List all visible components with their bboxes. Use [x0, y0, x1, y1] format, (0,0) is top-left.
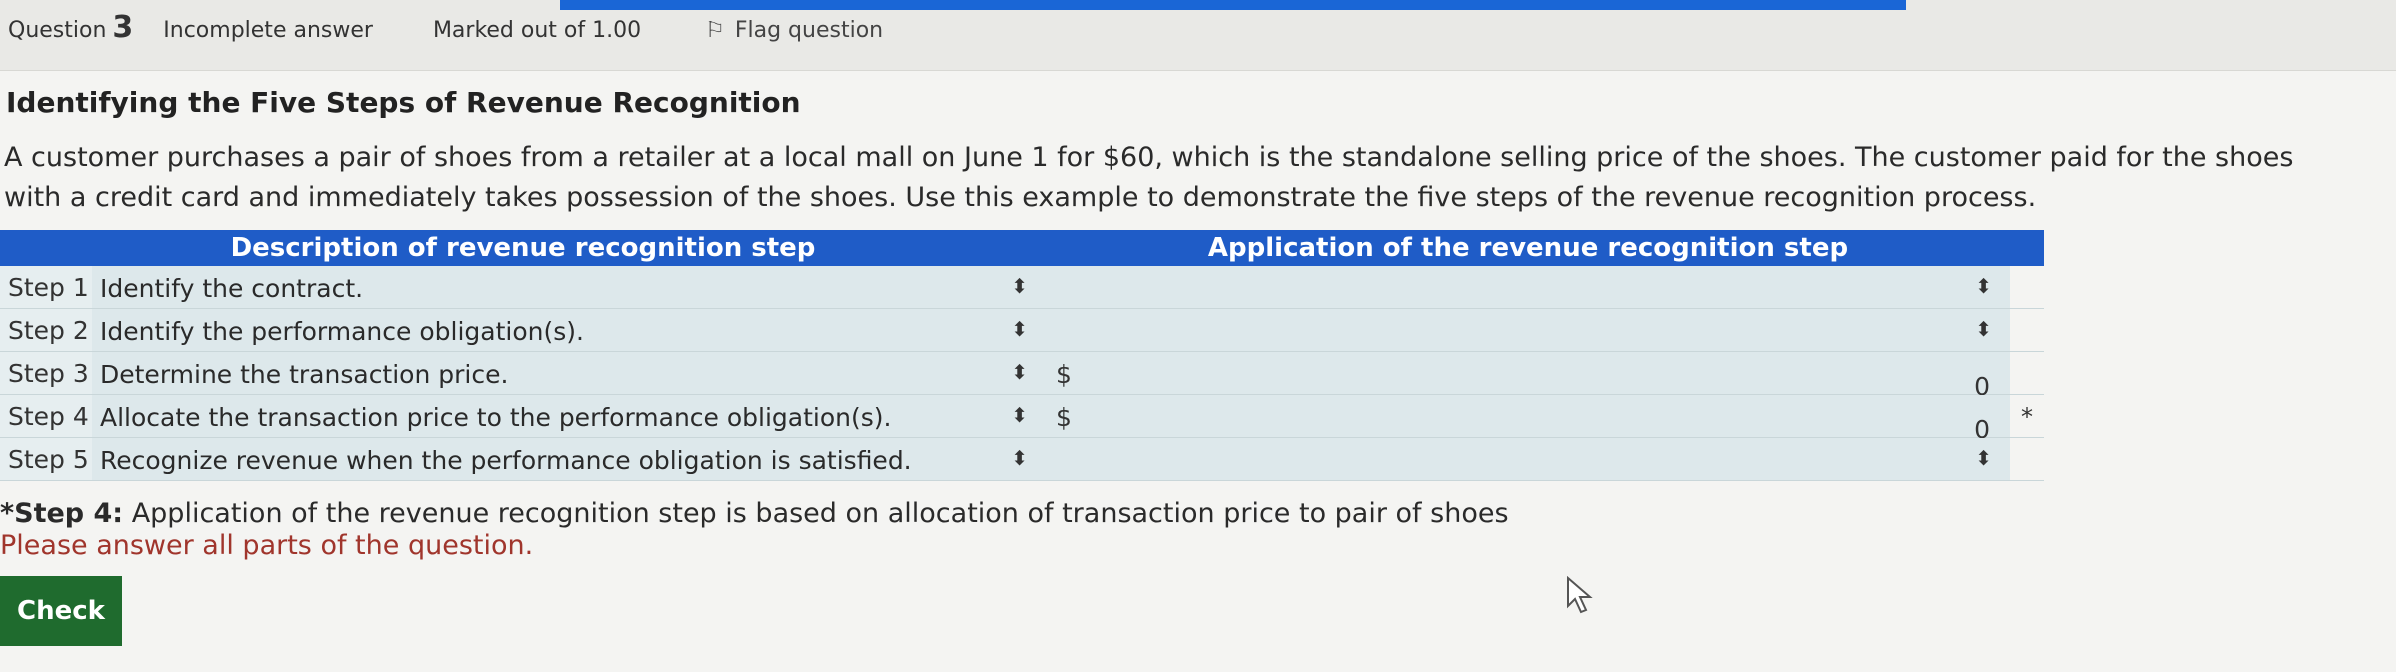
- description-select[interactable]: Allocate the transaction price to the pe…: [92, 394, 1046, 438]
- question-label: Question: [8, 18, 107, 43]
- answer-all-warning: Please answer all parts of the question.: [0, 530, 534, 561]
- application-field[interactable]: ⬍: [1046, 266, 2010, 309]
- question-info-bar: Question 3 Incomplete answer Marked out …: [0, 0, 2396, 71]
- dollar-sign: $: [1056, 360, 1072, 389]
- description-select-value: Allocate the transaction price to the pe…: [100, 403, 892, 432]
- updown-arrow-icon: ⬍: [1975, 274, 1992, 298]
- description-select[interactable]: Identify the performance obligation(s). …: [92, 308, 1046, 352]
- updown-arrow-icon: ⬍: [1011, 360, 1028, 384]
- description-select[interactable]: Identify the contract. ⬍: [92, 266, 1046, 309]
- column-header-application: Application of the revenue recognition s…: [1046, 230, 2010, 266]
- dollar-sign: $: [1056, 403, 1072, 432]
- table-row: Step 5 Recognize revenue when the perfor…: [0, 437, 2044, 481]
- description-select-value: Identify the contract.: [100, 274, 364, 303]
- revenue-steps-table: Description of revenue recognition step …: [0, 230, 2044, 481]
- table-row: Step 3 Determine the transaction price. …: [0, 351, 2044, 401]
- step-number: Step 2: [0, 308, 92, 352]
- step4-note: *Step 4: Application of the revenue reco…: [0, 498, 1509, 529]
- description-select[interactable]: Recognize revenue when the performance o…: [92, 437, 1046, 481]
- application-field[interactable]: $ 0: [1046, 394, 2010, 444]
- answer-mark-cell: [2010, 437, 2044, 481]
- flag-question-label: Flag question: [734, 18, 884, 43]
- description-select-value: Determine the transaction price.: [100, 360, 509, 389]
- step-number: Step 5: [0, 437, 92, 481]
- description-select[interactable]: Determine the transaction price. ⬍: [92, 351, 1046, 395]
- updown-arrow-icon: ⬍: [1011, 317, 1028, 341]
- updown-arrow-icon: ⬍: [1011, 403, 1028, 427]
- step-number: Step 1: [0, 266, 92, 309]
- application-field[interactable]: ⬍: [1046, 437, 2010, 481]
- question-marks: Marked out of 1.00: [432, 18, 642, 43]
- column-header-description: Description of revenue recognition step: [0, 230, 1046, 266]
- step-number: Step 3: [0, 351, 92, 395]
- description-select-value: Identify the performance obligation(s).: [100, 317, 584, 346]
- answer-mark-cell: [2010, 266, 2044, 309]
- column-header-blank: [2010, 230, 2044, 266]
- problem-description: A customer purchases a pair of shoes fro…: [4, 142, 2294, 213]
- table-header-row: Description of revenue recognition step …: [0, 230, 2044, 266]
- flag-question-link[interactable]: ⚐ Flag question: [705, 18, 883, 43]
- table-row: Step 1 Identify the contract. ⬍ ⬍: [0, 266, 2044, 309]
- application-field[interactable]: ⬍: [1046, 308, 2010, 352]
- description-select-value: Recognize revenue when the performance o…: [100, 446, 912, 475]
- updown-arrow-icon: ⬍: [1011, 274, 1028, 298]
- step4-note-text: Application of the revenue recognition s…: [123, 498, 1509, 529]
- step-number: Step 4: [0, 394, 92, 438]
- answer-mark-cell: [2010, 308, 2044, 352]
- mouse-cursor-icon: [1567, 576, 1593, 614]
- answer-mark-cell: [2010, 351, 2044, 395]
- table-row: Step 4 Allocate the transaction price to…: [0, 394, 2044, 444]
- answer-status: Incomplete answer: [163, 18, 373, 43]
- problem-title: Identifying the Five Steps of Revenue Re…: [6, 86, 801, 119]
- updown-arrow-icon: ⬍: [1975, 317, 1992, 341]
- application-field[interactable]: $ 0: [1046, 351, 2010, 401]
- updown-arrow-icon: ⬍: [1011, 446, 1028, 470]
- check-button[interactable]: Check: [0, 576, 122, 646]
- table-row: Step 2 Identify the performance obligati…: [0, 308, 2044, 352]
- flag-icon: ⚐: [705, 18, 725, 43]
- question-info: Question 3 Incomplete answer Marked out …: [8, 10, 883, 45]
- question-number: 3: [112, 10, 134, 45]
- updown-arrow-icon: ⬍: [1975, 446, 1992, 470]
- asterisk-mark: *: [2021, 402, 2033, 431]
- accent-stripe: [560, 0, 1906, 10]
- step4-note-label: *Step 4:: [0, 498, 124, 529]
- answer-mark-cell: *: [2010, 394, 2044, 438]
